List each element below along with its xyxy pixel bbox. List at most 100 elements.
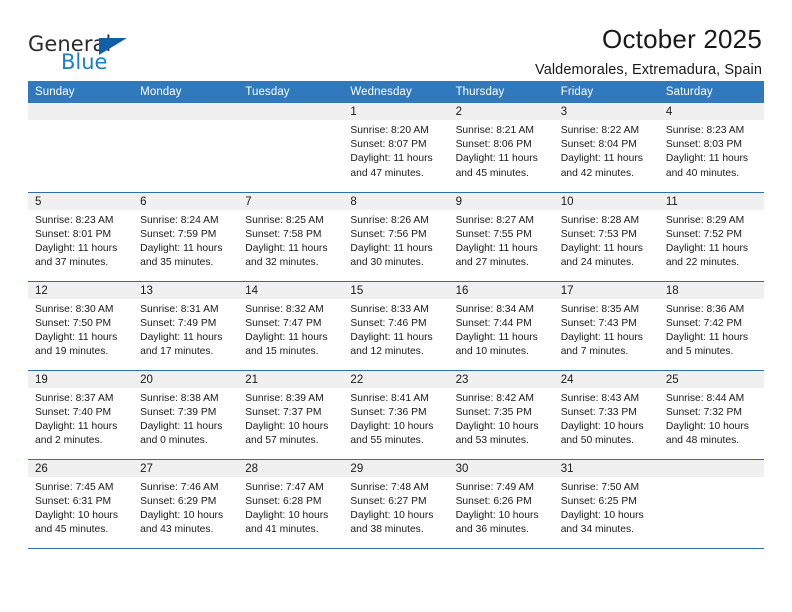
daylight-duration-line2: and 7 minutes. [560,346,629,358]
daylight-duration-line1: Daylight: 11 hours [140,420,223,432]
daylight-duration-line1: Daylight: 10 hours [245,420,329,432]
sunrise-time: Sunrise: 7:49 AM [455,481,534,493]
calendar-cell-day[interactable]: 26 Sunrise: 7:45 AM Sunset: 6:31 PM Dayligh… [28,459,134,549]
calendar-cell-day[interactable]: 28 Sunrise: 7:47 AM Sunset: 6:28 PM Dayligh… [238,459,344,549]
day-number: 2 [448,103,554,120]
daylight-duration-line1: Daylight: 10 hours [665,420,749,432]
day-number: 28 [238,459,344,477]
calendar-cell-day[interactable]: 31 Sunrise: 7:50 AM Sunset: 6:25 PM Dayligh… [553,459,659,549]
daylight-duration-line2: and 48 minutes. [665,435,740,447]
day-details: Sunrise: 7:47 AM Sunset: 6:28 PM Daylight:… [238,477,343,538]
calendar-cell-day[interactable]: 27 Sunrise: 7:46 AM Sunset: 6:29 PM Dayligh… [133,459,239,549]
day-number: 13 [133,281,239,299]
calendar-cell-day[interactable]: 14 Sunrise: 8:32 AM Sunset: 7:47 PM Dayligh… [238,281,344,371]
daylight-duration-line1: Daylight: 11 hours [560,242,643,254]
daylight-duration-line1: Daylight: 11 hours [665,153,749,165]
day-number: 15 [343,281,449,299]
weekday-header-tuesday: Tuesday [238,81,344,103]
daylight-duration-line1: Daylight: 11 hours [245,331,328,343]
calendar-cell-day[interactable]: 5 Sunrise: 8:23 AM Sunset: 8:01 PM Daylight… [28,192,134,282]
daylight-duration-line2: and 0 minutes. [140,435,208,447]
calendar-cell-day[interactable]: 1 Sunrise: 8:20 AM Sunset: 8:07 PM Daylight… [343,103,449,193]
sunrise-time: Sunrise: 8:35 AM [560,303,640,315]
calendar-cell-day[interactable]: 23 Sunrise: 8:42 AM Sunset: 7:35 PM Dayligh… [448,370,554,460]
calendar-cell-day[interactable]: 9 Sunrise: 8:27 AM Sunset: 7:55 PM Daylight… [448,192,554,282]
calendar-cell-day[interactable]: 12 Sunrise: 8:30 AM Sunset: 7:50 PM Dayligh… [28,281,134,371]
calendar-cell-day[interactable]: 25 Sunrise: 8:44 AM Sunset: 7:32 PM Dayligh… [658,370,764,460]
sunrise-time: Sunrise: 8:29 AM [665,214,745,226]
calendar-cell-day[interactable]: 20 Sunrise: 8:38 AM Sunset: 7:39 PM Dayligh… [133,370,239,460]
daylight-duration-line1: Daylight: 10 hours [560,509,644,521]
daylight-duration-line1: Daylight: 11 hours [35,331,118,343]
daylight-duration-line1: Daylight: 10 hours [245,509,329,521]
daylight-duration-line1: Daylight: 11 hours [35,420,118,432]
sunset-time: Sunset: 6:31 PM [35,495,112,507]
calendar-cell-day[interactable]: 11 Sunrise: 8:29 AM Sunset: 7:52 PM Dayligh… [658,192,764,282]
sunset-time: Sunset: 7:36 PM [350,406,427,418]
sunrise-time: Sunrise: 8:43 AM [560,392,640,404]
day-number: 12 [28,281,134,299]
calendar-cell-day[interactable]: 7 Sunrise: 8:25 AM Sunset: 7:58 PM Daylight… [238,192,344,282]
day-details: Sunrise: 8:38 AM Sunset: 7:39 PM Daylight:… [133,388,238,449]
sunrise-time: Sunrise: 8:30 AM [35,303,114,315]
calendar-cell-day[interactable]: 18 Sunrise: 8:36 AM Sunset: 7:42 PM Dayligh… [658,281,764,371]
day-details: Sunrise: 8:20 AM Sunset: 8:07 PM Daylight:… [343,120,448,181]
sunrise-time: Sunrise: 8:22 AM [560,125,640,136]
sunset-time: Sunset: 6:28 PM [245,495,322,507]
day-details: Sunrise: 7:49 AM Sunset: 6:26 PM Daylight:… [449,477,554,538]
calendar-cell-day[interactable]: 3 Sunrise: 8:22 AM Sunset: 8:04 PM Daylight… [553,103,659,193]
daylight-duration-line1: Daylight: 11 hours [665,331,749,343]
calendar-cell-day[interactable]: 2 Sunrise: 8:21 AM Sunset: 8:06 PM Daylight… [448,103,554,193]
calendar-cell-day[interactable]: 19 Sunrise: 8:37 AM Sunset: 7:40 PM Dayligh… [28,370,134,460]
day-details: Sunrise: 8:25 AM Sunset: 7:58 PM Daylight:… [238,210,343,271]
day-number: 11 [658,192,764,210]
day-details: Sunrise: 8:42 AM Sunset: 7:35 PM Daylight:… [449,388,554,449]
sunset-time: Sunset: 7:46 PM [350,317,427,329]
daylight-duration-line2: and 45 minutes. [455,167,529,179]
sunset-time: Sunset: 8:01 PM [35,228,112,240]
weekday-header-monday: Monday [133,81,239,103]
day-number: 30 [448,459,554,477]
daylight-duration-line2: and 5 minutes. [665,346,734,358]
calendar-cell-day[interactable]: 17 Sunrise: 8:35 AM Sunset: 7:43 PM Dayligh… [553,281,659,371]
calendar-week-row: 19 Sunrise: 8:37 AM Sunset: 7:40 PM Dayligh… [28,370,764,460]
calendar-cell-day[interactable]: 16 Sunrise: 8:34 AM Sunset: 7:44 PM Dayligh… [448,281,554,371]
daylight-duration-line2: and 12 minutes. [350,346,424,358]
sunset-time: Sunset: 8:04 PM [560,139,637,151]
calendar-cell-day[interactable]: 30 Sunrise: 7:49 AM Sunset: 6:26 PM Dayligh… [448,459,554,549]
day-details: Sunrise: 8:24 AM Sunset: 7:59 PM Daylight:… [133,210,238,271]
calendar-cell-day[interactable]: 8 Sunrise: 8:26 AM Sunset: 7:56 PM Daylight… [343,192,449,282]
day-details: Sunrise: 8:22 AM Sunset: 8:04 PM Daylight:… [554,120,659,181]
day-details: Sunrise: 8:33 AM Sunset: 7:46 PM Daylight:… [343,299,448,360]
daylight-duration-line1: Daylight: 11 hours [455,153,538,165]
calendar-cell-day[interactable]: 24 Sunrise: 8:43 AM Sunset: 7:33 PM Dayligh… [553,370,659,460]
calendar-cell-day[interactable]: 29 Sunrise: 7:48 AM Sunset: 6:27 PM Dayligh… [343,459,449,549]
daylight-duration-line2: and 10 minutes. [455,346,529,358]
calendar-cell-day[interactable]: 6 Sunrise: 8:24 AM Sunset: 7:59 PM Daylight… [133,192,239,282]
daylight-duration-line2: and 34 minutes. [560,524,634,536]
daylight-duration-line1: Daylight: 11 hours [665,242,749,254]
page-title: October 2025 [602,24,762,54]
sunrise-time: Sunrise: 8:21 AM [455,125,534,136]
calendar-week-row: 5 Sunrise: 8:23 AM Sunset: 8:01 PM Daylight… [28,192,764,282]
sunset-time: Sunset: 7:40 PM [35,406,112,418]
day-number [133,103,239,120]
sunset-time: Sunset: 6:27 PM [350,495,427,507]
daylight-duration-line1: Daylight: 11 hours [455,331,538,343]
calendar-cell-day[interactable]: 4 Sunrise: 8:23 AM Sunset: 8:03 PM Daylight… [658,103,764,193]
title-block: October 2025 Valdemorales, Extremadura, … [148,24,764,78]
day-number: 18 [658,281,764,299]
day-details: Sunrise: 7:48 AM Sunset: 6:27 PM Daylight:… [343,477,448,538]
calendar-cell-day[interactable]: 13 Sunrise: 8:31 AM Sunset: 7:49 PM Dayligh… [133,281,239,371]
calendar-cell-day[interactable]: 15 Sunrise: 8:33 AM Sunset: 7:46 PM Dayligh… [343,281,449,371]
day-number: 20 [133,370,239,388]
calendar-cell-day[interactable]: 22 Sunrise: 8:41 AM Sunset: 7:36 PM Dayligh… [343,370,449,460]
calendar-cell-day[interactable]: 21 Sunrise: 8:39 AM Sunset: 7:37 PM Dayligh… [238,370,344,460]
calendar-cell-day[interactable]: 10 Sunrise: 8:28 AM Sunset: 7:53 PM Dayligh… [553,192,659,282]
day-number: 17 [553,281,659,299]
sunrise-time: Sunrise: 8:20 AM [350,125,429,136]
day-number: 1 [343,103,449,120]
sunrise-time: Sunrise: 8:28 AM [560,214,640,226]
daylight-duration-line2: and 53 minutes. [455,435,529,447]
sunrise-time: Sunrise: 8:34 AM [455,303,534,315]
